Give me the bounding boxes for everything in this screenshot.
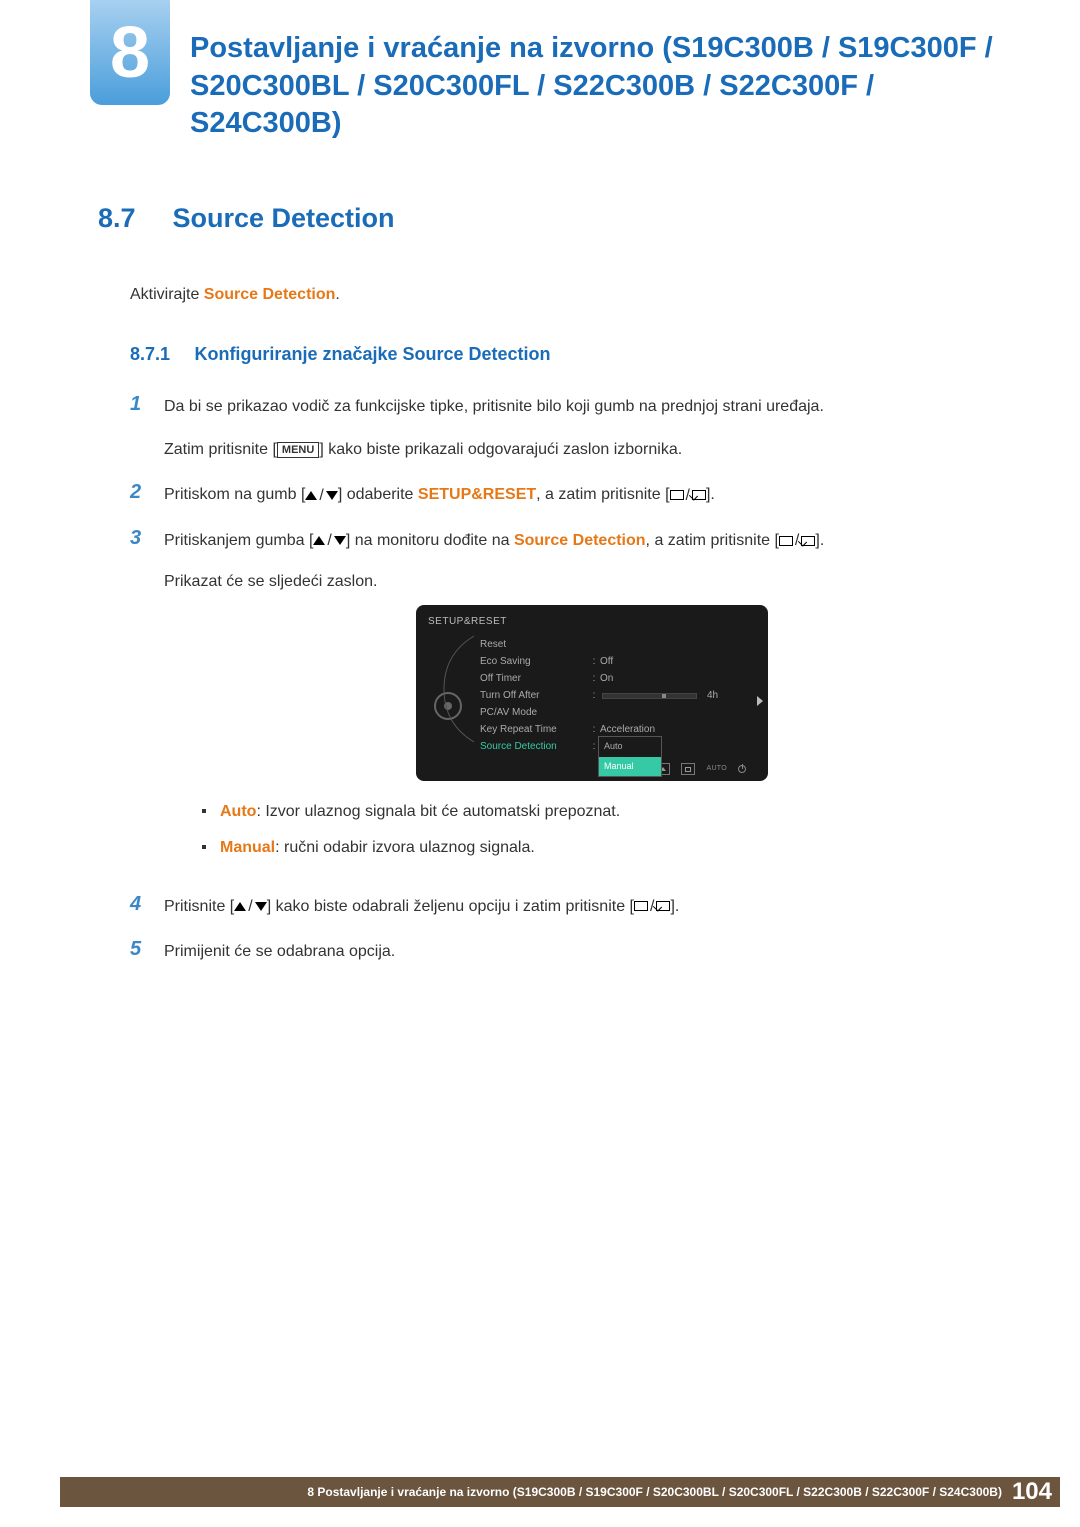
section-title: Source Detection — [172, 203, 394, 233]
intro-text: Aktivirajte Source Detection. — [130, 286, 1020, 304]
enter-icon: / — [634, 893, 670, 920]
osd-label: Eco Saving — [480, 653, 588, 670]
step-body: Pritiskom na gumb [/] odaberite SETUP&RE… — [164, 481, 1020, 508]
text: ]. — [706, 486, 715, 503]
footer-page-number: 104 — [1012, 1478, 1052, 1506]
step-number: 4 — [130, 893, 164, 916]
text: Pritiskom na gumb [ — [164, 486, 305, 503]
section-heading: 8.7 Source Detection — [98, 203, 1020, 234]
step-3-line2: Prikazat će se sljedeći zaslon. — [164, 568, 1020, 595]
subsection-number: 8.7.1 — [130, 344, 190, 365]
text: Zatim pritisnite [ — [164, 441, 277, 458]
highlight: SETUP&RESET — [418, 486, 536, 503]
text: , a zatim pritisnite [ — [646, 532, 779, 549]
chevron-right-icon — [757, 696, 763, 706]
section-number: 8.7 — [98, 203, 168, 234]
osd-label: Source Detection — [480, 738, 588, 755]
osd-value: 4h — [707, 687, 718, 704]
steps-list: 1 Da bi se prikazao vodič za funkcijske … — [130, 393, 1020, 965]
up-down-icon: / — [305, 482, 337, 509]
step-number: 3 — [130, 527, 164, 550]
step-3: 3 Pritiskanjem gumba [/] na monitoru dođ… — [130, 527, 1020, 875]
osd-dropdown: Auto Manual — [598, 736, 662, 777]
bullet-icon — [202, 809, 206, 813]
text: ]. — [670, 898, 679, 915]
enter-icon: / — [779, 527, 815, 554]
bullet-icon — [202, 845, 206, 849]
menu-button-icon: MENU — [277, 442, 319, 458]
step-2: 2 Pritiskom na gumb [/] odaberite SETUP&… — [130, 481, 1020, 508]
step-body: Pritiskanjem gumba [/] na monitoru dođit… — [164, 527, 1020, 875]
intro-highlight: Source Detection — [204, 286, 336, 303]
step-number: 5 — [130, 938, 164, 961]
intro-prefix: Aktivirajte — [130, 286, 204, 303]
highlight: Source Detection — [514, 532, 646, 549]
step-5: 5 Primijenit će se odabrana opcija. — [130, 938, 1020, 965]
osd-body: Reset Eco Saving:Off Off Timer:On Turn O… — [416, 636, 768, 759]
text: ] odaberite — [338, 486, 418, 503]
subsection-heading: 8.7.1 Konfiguriranje značajke Source Det… — [130, 344, 1020, 365]
osd-screenshot: SETUP&RESET Reset Eco Saving:Off Off Tim… — [416, 605, 768, 781]
osd-row-turnoff: Turn Off After:4h — [474, 687, 762, 704]
bullet-list: Auto: Izvor ulaznog signala bit će autom… — [202, 799, 1020, 860]
osd-label: Off Timer — [480, 670, 588, 687]
footer-text: 8 Postavljanje i vraćanje na izvorno (S1… — [307, 1485, 1002, 1499]
step-body: Primijenit će se odabrana opcija. — [164, 938, 1020, 965]
chapter-number: 8 — [110, 12, 150, 94]
osd-label: Key Repeat Time — [480, 721, 588, 738]
text: ]. — [815, 532, 824, 549]
osd-right-panel: Reset Eco Saving:Off Off Timer:On Turn O… — [474, 636, 762, 755]
bullet-text: : Izvor ulaznog signala bit će automatsk… — [256, 803, 620, 820]
osd-auto-label: AUTO — [706, 763, 727, 775]
osd-row-reset: Reset — [474, 636, 762, 653]
osd-option-manual: Manual — [599, 757, 661, 776]
osd-row-eco: Eco Saving:Off — [474, 653, 762, 670]
bullet-auto: Auto: Izvor ulaznog signala bit će autom… — [202, 799, 1020, 825]
osd-header: SETUP&RESET — [416, 605, 768, 636]
chapter-badge: 8 — [90, 0, 170, 105]
page-content: 8 Postavljanje i vraćanje na izvorno (S1… — [0, 0, 1080, 965]
osd-label: PC/AV Mode — [480, 704, 588, 721]
osd-footer-buttons: AUTO — [416, 759, 768, 781]
osd-curve-decoration — [436, 634, 476, 744]
osd-label: Reset — [480, 636, 588, 653]
intro-suffix: . — [335, 286, 339, 303]
enter-icon: / — [670, 482, 706, 509]
up-down-icon: / — [234, 893, 266, 920]
step-1: 1 Da bi se prikazao vodič za funkcijske … — [130, 393, 1020, 463]
text: ] na monitoru dođite na — [346, 532, 514, 549]
bullet-label: Auto — [220, 803, 256, 820]
power-icon — [738, 765, 746, 773]
step-body: Da bi se prikazao vodič za funkcijske ti… — [164, 393, 1020, 463]
step-1-line2: Zatim pritisnite [MENU] kako biste prika… — [164, 436, 1020, 463]
text: Pritisnite [ — [164, 898, 234, 915]
footer-bar: 8 Postavljanje i vraćanje na izvorno (S1… — [60, 1477, 1060, 1507]
step-1-line1: Da bi se prikazao vodič za funkcijske ti… — [164, 393, 1020, 420]
chapter-title: Postavljanje i vraćanje na izvorno (S19C… — [190, 30, 1020, 143]
osd-label: Turn Off After — [480, 687, 588, 704]
text: ] kako biste odabrali željenu opciju i z… — [267, 898, 634, 915]
bullet-text: : ručni odabir izvora ulaznog signala. — [275, 839, 535, 856]
step-number: 1 — [130, 393, 164, 416]
text: Pritiskanjem gumba [ — [164, 532, 313, 549]
bullet-manual: Manual: ručni odabir izvora ulaznog sign… — [202, 835, 1020, 861]
osd-slider — [602, 693, 697, 699]
up-down-icon: / — [313, 527, 345, 554]
text: , a zatim pritisnite [ — [536, 486, 669, 503]
bullet-label: Manual — [220, 839, 275, 856]
osd-value: On — [600, 670, 613, 687]
text: ] kako biste prikazali odgovarajući zasl… — [319, 441, 682, 458]
osd-row-offtimer: Off Timer:On — [474, 670, 762, 687]
osd-enter-icon — [681, 763, 695, 775]
subsection-title: Konfiguriranje značajke Source Detection — [194, 344, 550, 364]
osd-value: Off — [600, 653, 613, 670]
step-4: 4 Pritisnite [/] kako biste odabrali žel… — [130, 893, 1020, 920]
step-body: Pritisnite [/] kako biste odabrali želje… — [164, 893, 1020, 920]
osd-option-auto: Auto — [599, 737, 661, 756]
step-number: 2 — [130, 481, 164, 504]
osd-row-pcav: PC/AV Mode — [474, 704, 762, 721]
